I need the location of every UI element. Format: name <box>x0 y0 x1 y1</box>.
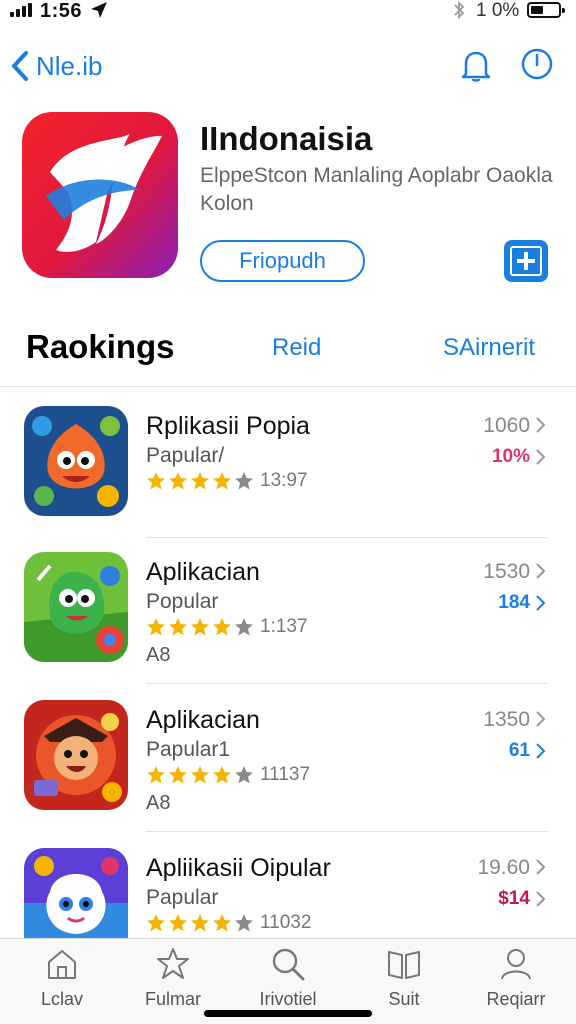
star-rating: 13:97 <box>146 470 308 492</box>
list-item[interactable]: Aplikacian Popular 1:137 A8 1530 184 <box>0 534 576 684</box>
change-metric: $14 <box>498 888 530 909</box>
app-thumbnail <box>24 552 128 662</box>
tab-profile[interactable]: Reqiarr <box>466 947 566 1017</box>
star-icon <box>169 766 187 784</box>
section-link-read[interactable]: Reid <box>272 334 321 362</box>
chevron-right-icon <box>536 563 546 579</box>
star-icon <box>191 914 209 932</box>
chevron-right-icon <box>536 743 546 759</box>
star-icon <box>191 618 209 636</box>
app-name: Aplikacian <box>146 558 260 586</box>
tab-label: Fulmar <box>144 989 201 1009</box>
download-count: 1530 <box>483 560 530 583</box>
age-rating: A8 <box>146 644 171 666</box>
star-icon <box>147 618 165 636</box>
book-icon <box>388 951 420 979</box>
star-icon <box>169 472 187 490</box>
change-metric: 10% <box>491 446 530 467</box>
app-thumbnail <box>24 700 128 810</box>
age-rating: A8 <box>146 792 171 814</box>
rating-count: 11137 <box>260 764 311 785</box>
star-icon <box>235 914 253 932</box>
star-icon <box>213 618 231 636</box>
status-bar: 1:56 1 0% <box>0 0 576 22</box>
chevron-right-icon <box>536 711 546 727</box>
chevron-left-icon <box>12 51 28 81</box>
app-category: Papular1 <box>146 738 231 761</box>
app-thumbnail <box>24 406 128 516</box>
tab-today[interactable]: Lclav <box>12 947 112 1017</box>
tab-label: Lclav <box>40 989 84 1009</box>
star-icon <box>169 618 187 636</box>
location-arrow-icon <box>91 2 107 18</box>
chevron-right-icon <box>536 449 546 465</box>
star-icon <box>147 472 165 490</box>
rating-count: 13:97 <box>260 470 308 491</box>
star-icon <box>235 472 253 490</box>
home-icon <box>48 950 76 979</box>
tab-label: Suit <box>388 989 420 1009</box>
rating-count: 1:137 <box>260 616 308 637</box>
star-icon <box>235 766 253 784</box>
change-metric: 184 <box>498 592 530 613</box>
chevron-right-icon <box>536 891 546 907</box>
star-rating: 11137 <box>146 764 310 786</box>
star-icon <box>191 766 209 784</box>
download-count: 1060 <box>483 414 530 437</box>
search-icon <box>272 948 305 981</box>
divider <box>0 386 576 387</box>
chevron-right-icon <box>536 859 546 875</box>
tab-arcade[interactable]: Suit <box>354 947 454 1017</box>
star-icon <box>213 472 231 490</box>
tab-games[interactable]: Fulmar <box>123 947 223 1017</box>
list-item[interactable]: Aplikacian Papular1 11137 A8 1350 61 <box>0 682 576 832</box>
app-icon <box>22 112 178 278</box>
star-icon <box>169 914 187 932</box>
battery-percentage: 1 0% <box>476 0 520 21</box>
star-icon <box>213 766 231 784</box>
app-category: Papular/ <box>146 444 225 467</box>
app-name: Apliikasii Oipular <box>146 854 331 882</box>
download-count: 19.60 <box>477 856 530 879</box>
download-count: 1350 <box>483 708 530 731</box>
bell-icon[interactable] <box>457 46 495 84</box>
star-icon <box>191 472 209 490</box>
change-metric: 61 <box>508 740 530 761</box>
section-link-see-all[interactable]: SAirnerit <box>443 334 535 362</box>
star-icon <box>147 766 165 784</box>
home-indicator[interactable] <box>204 1010 372 1017</box>
bluetooth-icon <box>454 0 465 20</box>
chevron-right-icon <box>536 595 546 611</box>
cellular-signal-icon <box>10 3 34 17</box>
add-button[interactable] <box>504 240 548 282</box>
list-item[interactable]: Rplikasii Popia Papular/ 13:97 1060 10% <box>0 388 576 538</box>
power-icon[interactable] <box>519 46 555 82</box>
status-time: 1:56 <box>40 0 83 22</box>
get-button[interactable]: Friopudh <box>200 240 365 282</box>
app-subtitle: ElppeStcon Manlaling Aoplabr Oaokla Kolo… <box>200 164 553 215</box>
app-name: Aplikacian <box>146 706 260 734</box>
tab-label: Irivotiel <box>259 989 317 1009</box>
star-icon <box>213 914 231 932</box>
tab-search[interactable]: Irivotiel <box>238 947 338 1017</box>
rating-count: 11032 <box>260 912 312 933</box>
back-button[interactable]: Nle.ib <box>10 48 102 84</box>
star-icon <box>147 914 165 932</box>
star-icon <box>157 948 189 979</box>
star-icon <box>235 618 253 636</box>
star-rating: 1:137 <box>146 616 308 638</box>
back-label: Nle.ib <box>36 50 103 81</box>
section-title: Raokings <box>26 328 175 365</box>
app-name: Rplikasii Popia <box>146 412 310 440</box>
star-rating: 11032 <box>146 912 311 934</box>
app-title: IIndonaisia <box>200 120 373 157</box>
tab-label: Reqiarr <box>486 989 546 1009</box>
app-category: Popular <box>146 590 219 613</box>
chevron-right-icon <box>536 417 546 433</box>
person-icon <box>501 949 531 980</box>
battery-icon <box>527 2 565 18</box>
app-category: Papular <box>146 886 219 909</box>
